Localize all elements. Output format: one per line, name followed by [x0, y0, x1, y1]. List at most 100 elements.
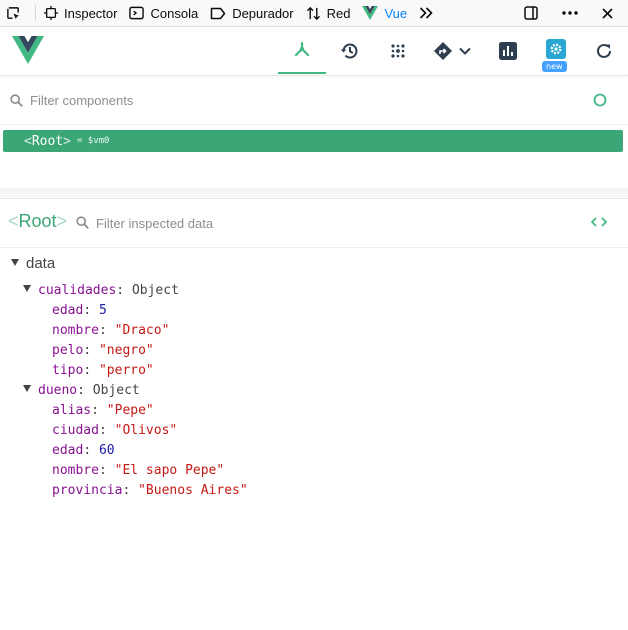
console-icon	[129, 6, 145, 20]
expand-arrow-icon	[23, 285, 31, 292]
inspector-header: <Root> Filter inspected data	[0, 199, 628, 248]
more-horizontal-icon	[562, 11, 578, 15]
root-close-bracket: >	[63, 133, 71, 149]
field-colon: :	[98, 463, 115, 478]
data-field-row[interactable]: pelo: "negro"	[52, 341, 154, 361]
data-field-row[interactable]: ciudad: "Olivos"	[52, 421, 177, 441]
tab-vue-label: Vue	[384, 5, 408, 21]
tab-network-label: Red	[326, 5, 351, 21]
field-value[interactable]: 5	[99, 303, 107, 318]
close-icon	[602, 7, 613, 19]
field-value[interactable]: "Pepe"	[107, 403, 154, 418]
close-devtools-button[interactable]	[593, 0, 628, 26]
tab-inspector[interactable]: Inspector	[38, 0, 123, 26]
field-value[interactable]: "El sapo Pepe"	[115, 463, 225, 478]
component-name: Root	[18, 211, 57, 231]
more-tabs-button[interactable]	[413, 0, 445, 26]
data-field-row[interactable]: provincia: "Buenos Aires"	[52, 481, 248, 501]
history-icon	[340, 43, 358, 58]
vue-devtools-header: new	[0, 27, 628, 76]
search-icon	[10, 94, 23, 107]
devtools-right-controls	[515, 0, 628, 26]
root-name: Root	[31, 133, 64, 149]
search-icon	[76, 216, 89, 229]
devtools-toolbar: Inspector Consola Depurador Red Vue	[0, 0, 628, 27]
settings-tab-button[interactable]: new	[532, 27, 580, 74]
field-key: pelo	[52, 343, 84, 358]
code-icon[interactable]	[591, 216, 607, 228]
routing-tab-button[interactable]	[424, 27, 480, 74]
performance-tab-button[interactable]	[484, 27, 532, 74]
component-filter-input[interactable]: Filter components	[30, 93, 133, 108]
devtools-menu-button[interactable]	[553, 0, 593, 26]
field-colon: :	[83, 303, 99, 318]
data-section-header[interactable]: data	[11, 254, 55, 274]
data-field-row[interactable]: nombre: "El sapo Pepe"	[52, 461, 224, 481]
debugger-icon	[210, 7, 226, 19]
field-key: tipo	[52, 363, 84, 378]
data-row-dueno[interactable]: dueno: Object	[23, 381, 140, 401]
data-row-cualidades[interactable]: cualidades: Object	[23, 281, 179, 301]
field-colon: :	[91, 403, 107, 418]
tab-console[interactable]: Consola	[123, 0, 204, 26]
data-field-row[interactable]: nombre: "Draco"	[52, 321, 169, 341]
component-close-bracket: >	[56, 211, 68, 231]
field-colon: :	[98, 323, 115, 338]
tab-debugger[interactable]: Depurador	[204, 0, 299, 26]
component-filter-bar: Filter components	[0, 76, 628, 125]
tab-console-label: Consola	[150, 5, 199, 21]
tab-debugger-label: Depurador	[232, 5, 294, 21]
network-arrows-icon	[306, 6, 320, 20]
field-value[interactable]: "Olivos"	[115, 423, 178, 438]
field-value[interactable]: 60	[99, 443, 115, 458]
components-tree-icon	[294, 41, 310, 56]
tree-row-root[interactable]: <Root> = $vm0	[3, 130, 623, 152]
expand-arrow-icon	[11, 259, 19, 266]
field-value[interactable]: "perro"	[99, 363, 154, 378]
inspected-data-filter-input[interactable]: Filter inspected data	[96, 216, 213, 231]
data-field-row[interactable]: tipo: "perro"	[52, 361, 154, 381]
components-tab-button[interactable]	[278, 27, 326, 74]
dock-side-button[interactable]	[515, 0, 553, 26]
inspected-component-title: <Root>	[8, 211, 67, 232]
data-section-title: data	[26, 255, 56, 272]
field-colon: :	[83, 343, 99, 358]
tab-vue[interactable]: Vue	[356, 0, 413, 26]
vue-logo-icon	[362, 6, 379, 20]
vuex-tab-button[interactable]	[326, 27, 374, 74]
element-picker-button[interactable]	[0, 0, 33, 26]
pane-splitter[interactable]	[0, 188, 628, 199]
events-tab-button[interactable]	[374, 27, 422, 74]
field-value[interactable]: "negro"	[99, 343, 154, 358]
field-colon: :	[98, 423, 115, 438]
field-colon: :	[83, 443, 99, 458]
bar-chart-icon	[499, 41, 517, 60]
field-value[interactable]: "Buenos Aires"	[138, 483, 248, 498]
toolbar-separator	[35, 5, 36, 21]
data-key: dueno	[38, 383, 78, 398]
field-key: ciudad	[52, 423, 99, 438]
tab-inspector-label: Inspector	[64, 5, 118, 21]
field-colon: :	[83, 363, 99, 378]
double-chevron-right-icon	[420, 7, 433, 19]
vue-logo-icon	[12, 36, 44, 64]
data-type: Object	[92, 383, 140, 398]
field-key: nombre	[52, 463, 99, 478]
data-type: Object	[131, 283, 179, 298]
tab-network[interactable]: Red	[300, 0, 357, 26]
field-value[interactable]: "Draco"	[115, 323, 170, 338]
data-field-row[interactable]: edad: 5	[52, 301, 107, 321]
field-colon: :	[122, 483, 139, 498]
field-key: nombre	[52, 323, 99, 338]
data-field-row[interactable]: edad: 60	[52, 441, 115, 461]
inspector-icon	[44, 6, 58, 20]
field-key: edad	[52, 443, 84, 458]
vm-alias: = $vm0	[76, 136, 110, 146]
data-field-row[interactable]: alias: "Pepe"	[52, 401, 154, 421]
routing-icon	[434, 41, 452, 60]
root-open-bracket: <	[24, 133, 32, 149]
dock-side-icon	[524, 6, 538, 20]
refresh-button[interactable]	[580, 27, 628, 74]
root-tag: <Root>	[24, 134, 71, 149]
field-key: provincia	[52, 483, 123, 498]
